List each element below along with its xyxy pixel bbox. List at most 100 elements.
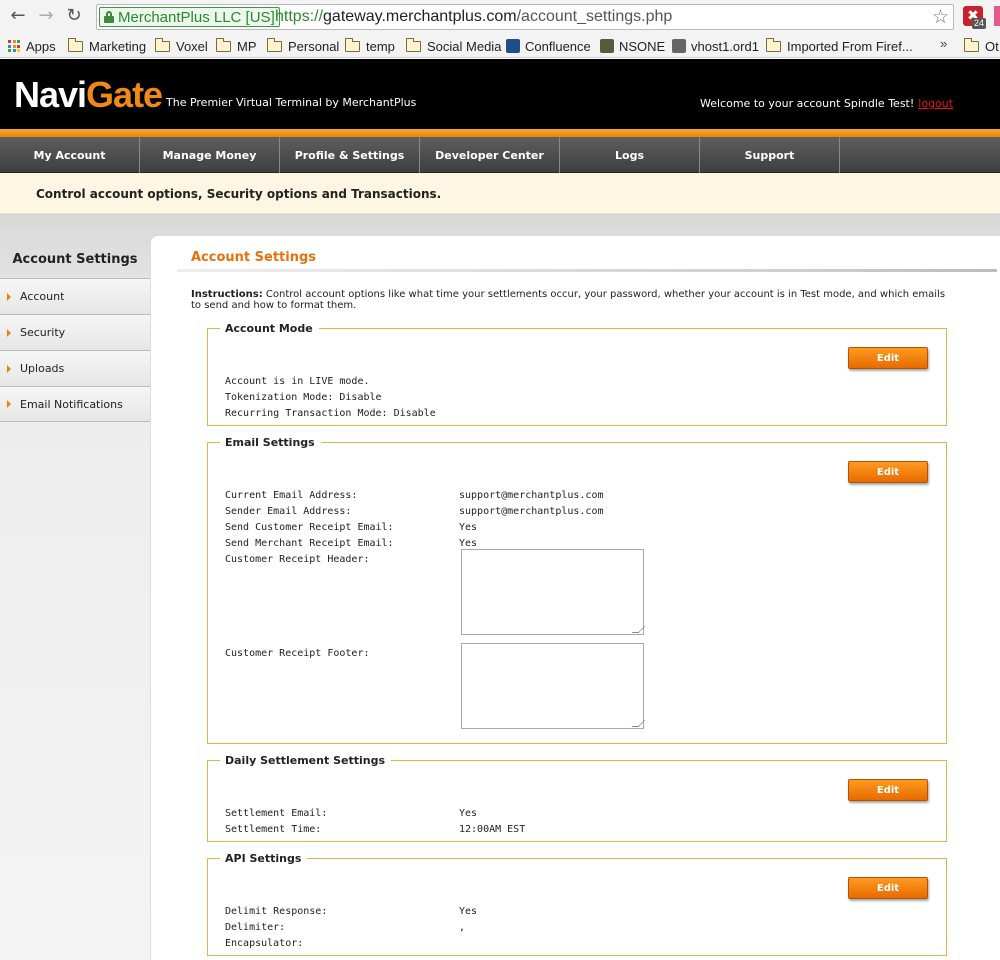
- arrow-right-icon: [7, 364, 11, 373]
- folder-icon: [215, 37, 231, 52]
- bookmark-social-media[interactable]: Social Media: [405, 36, 501, 56]
- field-value: ,: [459, 922, 466, 933]
- field-value: support@merchantplus.com: [459, 490, 604, 501]
- nav-profile-settings[interactable]: Profile & Settings: [280, 137, 420, 173]
- url-scheme: https://: [275, 8, 324, 25]
- extension-badge: 24: [972, 18, 987, 29]
- tagline: The Premier Virtual Terminal by Merchant…: [166, 96, 417, 109]
- instructions-text: Control account options like what time y…: [191, 289, 946, 311]
- welcome-text: Welcome to your account Spindle Test!: [700, 97, 915, 110]
- sidebar-list: Account Security Uploads Email Notificat…: [0, 278, 150, 422]
- extension-icon-partial[interactable]: [994, 6, 1000, 26]
- logo-navi: Navi: [14, 74, 87, 115]
- vhost-icon: [672, 39, 686, 53]
- folder-icon: [765, 37, 781, 52]
- folder-icon: [344, 37, 360, 52]
- bookmarks-bar: Apps Marketing Voxel MP Personal temp So…: [0, 34, 1000, 58]
- back-icon[interactable]: ←: [8, 6, 28, 26]
- field-label: Delimit Response:: [225, 906, 328, 917]
- sidebar-item-account[interactable]: Account: [0, 278, 150, 314]
- bookmark-other[interactable]: Ot: [963, 36, 999, 56]
- bookmark-label: temp: [366, 38, 395, 54]
- nav-support[interactable]: Support: [700, 137, 840, 173]
- navigate-logo[interactable]: NaviGate: [14, 74, 163, 116]
- sidebar-item-security[interactable]: Security: [0, 314, 150, 350]
- bookmark-label: vhost1.ord1: [691, 38, 759, 54]
- bookmark-voxel[interactable]: Voxel: [154, 36, 208, 56]
- bookmark-label: Voxel: [176, 38, 208, 54]
- nav-my-account[interactable]: My Account: [0, 137, 140, 173]
- header-accent-strip: [0, 129, 1000, 137]
- arrow-right-icon: [7, 328, 11, 337]
- url-path: /account_settings.php: [516, 8, 673, 25]
- receipt-footer-textarea[interactable]: [461, 643, 644, 729]
- bookmark-label: NSONE: [619, 38, 666, 54]
- api-settings-section: API Settings Edit Delimit Response: Yes …: [207, 852, 947, 956]
- reload-icon[interactable]: ↻: [64, 6, 84, 26]
- email-settings-edit-button[interactable]: Edit: [848, 461, 928, 483]
- recurring-mode-line: Recurring Transaction Mode: Disable: [225, 408, 436, 419]
- field-label: Send Customer Receipt Email:: [225, 522, 394, 533]
- field-value: 12:00AM EST: [459, 824, 526, 835]
- logout-link[interactable]: logout: [918, 97, 953, 110]
- bookmark-mp[interactable]: MP: [215, 36, 257, 56]
- bookmark-label: Imported From Firef...: [787, 38, 913, 54]
- bookmark-confluence[interactable]: Confluence: [506, 36, 591, 56]
- field-value: Yes: [459, 522, 478, 533]
- daily-settlement-edit-button[interactable]: Edit: [848, 779, 928, 801]
- description-strip: Control account options, Security option…: [0, 173, 1000, 214]
- folder-icon: [67, 37, 83, 52]
- nav-logs[interactable]: Logs: [560, 137, 700, 173]
- sidebar-item-uploads[interactable]: Uploads: [0, 350, 150, 386]
- bookmark-marketing[interactable]: Marketing: [67, 36, 147, 56]
- bookmark-star-icon[interactable]: ☆: [932, 6, 949, 28]
- instructions-label: Instructions:: [191, 289, 263, 300]
- confluence-icon: [506, 39, 520, 53]
- field-value: support@merchantplus.com: [459, 506, 604, 517]
- sidebar-item-label: Security: [20, 326, 66, 339]
- bookmarks-overflow-icon[interactable]: »: [940, 36, 947, 51]
- field-label: Delimiter:: [225, 922, 286, 933]
- url-host: gateway.merchantplus.com: [323, 8, 517, 25]
- bookmark-label: Personal: [288, 38, 340, 54]
- email-settings-section: Email Settings Edit Current Email Addres…: [207, 436, 947, 744]
- section-legend: Email Settings: [225, 436, 315, 449]
- url-text[interactable]: https://gateway.merchantplus.com/account…: [275, 8, 672, 26]
- field-label: Send Merchant Receipt Email:: [225, 538, 394, 549]
- nav-manage-money[interactable]: Manage Money: [140, 137, 280, 173]
- api-settings-edit-button[interactable]: Edit: [848, 877, 928, 899]
- bookmark-nsone[interactable]: NSONE: [600, 36, 665, 56]
- content-panel: Account Settings Instructions: Control a…: [150, 235, 1000, 960]
- bookmark-vhost1[interactable]: vhost1.ord1: [672, 36, 759, 56]
- folder-icon: [405, 37, 421, 52]
- bookmark-apps[interactable]: Apps: [8, 36, 56, 56]
- field-label: Encapsulator:: [225, 938, 304, 949]
- nav-developer-center[interactable]: Developer Center: [420, 137, 560, 173]
- account-mode-edit-button[interactable]: Edit: [848, 347, 928, 369]
- sidebar-item-label: Uploads: [20, 362, 65, 375]
- sidebar-item-label: Email Notifications: [20, 397, 123, 411]
- bookmark-label: Marketing: [89, 38, 147, 54]
- sidebar-item-email-notifications[interactable]: Email Notifications: [0, 386, 150, 422]
- folder-icon: [266, 37, 282, 52]
- browser-toolbar: ← → ↻ MerchantPlus LLC [US] https://gate…: [0, 0, 1000, 34]
- ev-certificate-badge[interactable]: MerchantPlus LLC [US]: [99, 7, 280, 27]
- site-header: NaviGate The Premier Virtual Terminal by…: [0, 59, 1000, 129]
- address-bar[interactable]: MerchantPlus LLC [US] https://gateway.me…: [96, 4, 954, 30]
- arrow-right-icon: [7, 400, 11, 408]
- instructions: Instructions: Control account options li…: [191, 289, 953, 311]
- forward-icon[interactable]: →: [36, 6, 56, 26]
- lock-icon: [104, 11, 114, 23]
- bookmark-personal[interactable]: Personal: [266, 36, 340, 56]
- bookmark-imported[interactable]: Imported From Firef...: [765, 36, 913, 56]
- daily-settlement-section: Daily Settlement Settings Edit Settlemen…: [207, 754, 947, 842]
- welcome-message: Welcome to your account Spindle Test! log…: [700, 97, 953, 110]
- folder-icon: [154, 37, 170, 52]
- section-legend: Daily Settlement Settings: [225, 754, 385, 767]
- field-value: Yes: [459, 808, 478, 819]
- title-divider: [177, 269, 997, 272]
- field-label: Settlement Time:: [225, 824, 322, 835]
- receipt-header-textarea[interactable]: [461, 549, 644, 635]
- bookmark-temp[interactable]: temp: [344, 36, 395, 56]
- section-legend: Account Mode: [225, 322, 313, 335]
